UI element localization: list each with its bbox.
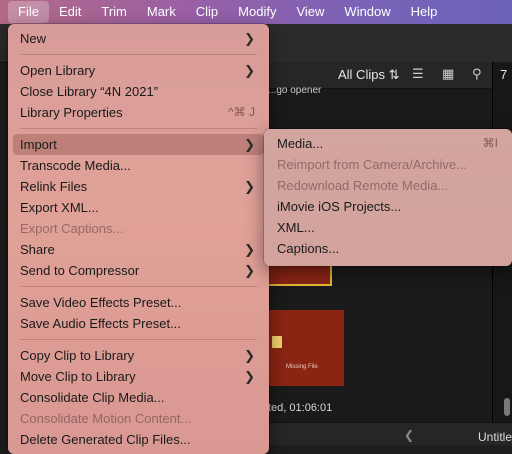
menubar-window[interactable]: Window <box>334 1 400 23</box>
menu-item-import-captions[interactable]: Captions... <box>264 238 512 259</box>
missing-file-icon <box>272 336 282 348</box>
menubar-view[interactable]: View <box>286 1 334 23</box>
menu-item-open-library[interactable]: Open Library ❯ <box>8 60 269 81</box>
chevron-right-icon: ❯ <box>244 242 255 257</box>
menubar-mark[interactable]: Mark <box>137 1 186 23</box>
menu-item-shortcut: ⌘I <box>482 136 498 150</box>
menu-item-import-media[interactable]: Media... ⌘I <box>264 133 512 154</box>
menu-item-label: Transcode Media... <box>20 158 131 173</box>
clip-caption: ...go opener <box>268 85 322 96</box>
menu-item-label: Relink Files <box>20 179 88 194</box>
menu-item-import-xml[interactable]: XML... <box>264 217 512 238</box>
menu-item-label: Captions... <box>277 241 340 256</box>
timeline-bar <box>268 422 512 445</box>
browser-status-text: ted, 01:06:01 <box>268 402 333 414</box>
menu-item-label: Send to Compressor <box>20 263 140 278</box>
menu-separator <box>20 54 257 55</box>
menu-item-close-library[interactable]: Close Library “4N 2021” <box>8 81 269 102</box>
menu-item-label: XML... <box>277 220 315 235</box>
menubar-edit[interactable]: Edit <box>49 1 91 23</box>
menu-item-move-clip-to-library[interactable]: Move Clip to Library ❯ <box>8 366 269 387</box>
menubar-trim[interactable]: Trim <box>91 1 137 23</box>
inspector-value: 7 <box>500 67 508 82</box>
menu-item-export-xml[interactable]: Export XML... <box>8 197 269 218</box>
clip-thumbnail-selected[interactable] <box>262 266 332 286</box>
menubar-clip[interactable]: Clip <box>186 1 228 23</box>
menu-item-copy-clip-to-library[interactable]: Copy Clip to Library ❯ <box>8 345 269 366</box>
menu-item-label: Close Library “4N 2021” <box>20 84 159 99</box>
scrollbar[interactable] <box>504 398 510 416</box>
menu-item-label: Media... <box>277 136 324 151</box>
missing-file-label: Missing File <box>286 364 318 370</box>
file-menu: New ❯ Open Library ❯ Close Library “4N 202… <box>8 24 269 454</box>
menu-item-label: Save Video Effects Preset... <box>20 295 182 310</box>
menu-item-imovie-ios-projects[interactable]: iMovie iOS Projects... <box>264 196 512 217</box>
menu-item-label: iMovie iOS Projects... <box>277 199 402 214</box>
menu-item-label: Delete Generated Clip Files... <box>20 432 191 447</box>
menu-item-consolidate-clip-media[interactable]: Consolidate Clip Media... <box>8 387 269 408</box>
filmstrip-icon[interactable]: ▦ <box>442 66 454 82</box>
chevron-right-icon: ❯ <box>244 263 255 278</box>
menu-separator <box>20 339 257 340</box>
menu-item-label: Move Clip to Library <box>20 369 136 384</box>
all-clips-filter[interactable]: All Clips ⇅ <box>338 67 400 83</box>
chevron-right-icon: ❯ <box>244 348 255 363</box>
menu-item-label: Share <box>20 242 55 257</box>
chevron-right-icon: ❯ <box>244 369 255 384</box>
menu-item-label: Open Library <box>20 63 96 78</box>
menu-item-save-audio-effects-preset[interactable]: Save Audio Effects Preset... <box>8 313 269 334</box>
menu-item-label: Export XML... <box>20 200 99 215</box>
menu-item-label: Consolidate Motion Content... <box>20 411 192 426</box>
menu-item-import[interactable]: Import ❯ <box>13 134 264 155</box>
chevron-right-icon: ❯ <box>244 63 255 78</box>
chevron-right-icon: ❯ <box>244 31 255 46</box>
clip-thumbnail[interactable] <box>262 310 344 386</box>
menu-item-label: New <box>20 31 47 46</box>
menu-separator <box>20 286 257 287</box>
menubar-file[interactable]: File <box>8 1 49 23</box>
menu-item-consolidate-motion-content: Consolidate Motion Content... <box>8 408 269 429</box>
menu-item-label: Redownload Remote Media... <box>277 178 449 193</box>
menu-item-transcode-media[interactable]: Transcode Media... <box>8 155 269 176</box>
all-clips-label: All Clips <box>338 67 385 82</box>
menubar-help[interactable]: Help <box>401 1 448 23</box>
menu-item-redownload-remote-media: Redownload Remote Media... <box>264 175 512 196</box>
menu-item-label: Library Properties <box>20 105 123 120</box>
menu-item-shortcut: ^⌘ J <box>228 105 255 119</box>
menu-item-new[interactable]: New ❯ <box>8 28 269 49</box>
menu-item-label: Import <box>20 137 57 152</box>
chevron-right-icon: ❯ <box>244 137 255 152</box>
menu-separator <box>20 128 257 129</box>
up-down-chevron-icon: ⇅ <box>388 67 400 82</box>
menu-item-export-captions: Export Captions... <box>8 218 269 239</box>
import-submenu: Media... ⌘I Reimport from Camera/Archive.… <box>264 129 512 266</box>
menu-item-label: Copy Clip to Library <box>20 348 135 363</box>
menu-item-label: Export Captions... <box>20 221 124 236</box>
timeline-title: Untitle <box>478 430 512 444</box>
menu-item-label: Reimport from Camera/Archive... <box>277 157 467 172</box>
chevron-left-icon[interactable]: ❮ <box>404 428 414 442</box>
search-icon[interactable]: ⚲ <box>472 66 482 82</box>
chevron-right-icon: ❯ <box>244 179 255 194</box>
menu-item-library-properties[interactable]: Library Properties ^⌘ J <box>8 102 269 123</box>
menu-item-delete-generated-clip-files[interactable]: Delete Generated Clip Files... <box>8 429 269 450</box>
menu-item-relink-files[interactable]: Relink Files ❯ <box>8 176 269 197</box>
menu-item-save-video-effects-preset[interactable]: Save Video Effects Preset... <box>8 292 269 313</box>
menu-item-label: Save Audio Effects Preset... <box>20 316 181 331</box>
menu-bar: File Edit Trim Mark Clip Modify View Win… <box>0 0 512 24</box>
menubar-modify[interactable]: Modify <box>228 1 286 23</box>
list-view-icon[interactable]: ☰ <box>412 66 424 82</box>
menu-item-share[interactable]: Share ❯ <box>8 239 269 260</box>
menu-item-label: Consolidate Clip Media... <box>20 390 165 405</box>
menu-item-reimport-from-camera: Reimport from Camera/Archive... <box>264 154 512 175</box>
menu-item-send-to-compressor[interactable]: Send to Compressor ❯ <box>8 260 269 281</box>
